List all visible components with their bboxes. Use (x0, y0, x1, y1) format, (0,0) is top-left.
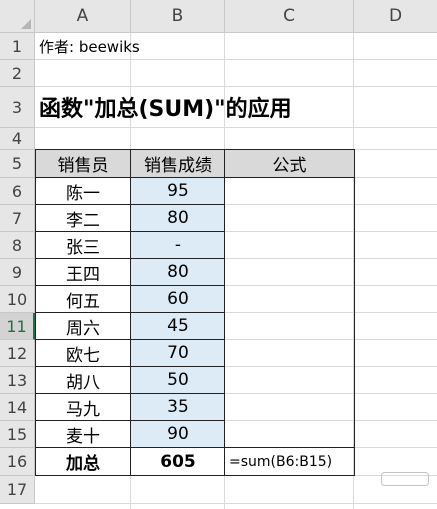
select-all-corner[interactable] (0, 0, 35, 33)
row-header-1[interactable]: 1 (0, 33, 35, 60)
title-cell[interactable]: 函数"加总(SUM)"的应用 (35, 87, 395, 127)
grid-line (35, 475, 437, 476)
watermark-logo (381, 472, 429, 489)
salesperson-cell[interactable]: 周六 (35, 313, 131, 339)
row-header-4[interactable]: 4 (0, 128, 35, 150)
row-header-13[interactable]: 13 (0, 367, 35, 394)
row-header-2[interactable]: 2 (0, 60, 35, 87)
table-border-line (35, 231, 225, 232)
watermark-icon (381, 472, 429, 486)
salesperson-cell[interactable]: 王四 (35, 259, 131, 285)
row-header-14[interactable]: 14 (0, 394, 35, 421)
row-header-15[interactable]: 15 (0, 421, 35, 448)
column-header-a[interactable]: A (35, 0, 131, 33)
row-header-9[interactable]: 9 (0, 259, 35, 286)
cell-grid[interactable]: 作者: beewiks 函数"加总(SUM)"的应用 销售员 销售成绩 公式 陈… (35, 33, 437, 509)
salesperson-cell[interactable]: 麦十 (35, 421, 131, 447)
score-cell[interactable]: 90 (131, 421, 225, 447)
score-cell[interactable]: 60 (131, 286, 225, 312)
table-border-line (35, 339, 225, 340)
salesperson-cell[interactable]: 张三 (35, 232, 131, 258)
column-header-b[interactable]: B (131, 0, 225, 33)
total-value-cell[interactable]: 605 (131, 448, 225, 475)
salesperson-cell[interactable]: 胡八 (35, 367, 131, 393)
row-header-5[interactable]: 5 (0, 150, 35, 178)
grid-line (35, 503, 437, 504)
salesperson-cell[interactable]: 李二 (35, 205, 131, 231)
score-cell[interactable]: 80 (131, 205, 225, 231)
row-header-11[interactable]: 11 (0, 313, 35, 340)
salesperson-cell[interactable]: 何五 (35, 286, 131, 312)
table-border-line (35, 204, 225, 205)
column-header-c[interactable]: C (225, 0, 354, 33)
grid-line (35, 59, 437, 60)
table-border-line (35, 447, 355, 448)
author-cell[interactable]: 作者: beewiks (35, 33, 235, 59)
formula-cell[interactable]: =sum(B6:B15) (225, 448, 385, 475)
header-sales-score[interactable]: 销售成绩 (131, 150, 225, 177)
salesperson-cell[interactable]: 欧七 (35, 340, 131, 366)
row-header-7[interactable]: 7 (0, 205, 35, 232)
row-header-17[interactable]: 17 (0, 476, 35, 504)
table-border-line (35, 177, 355, 178)
spreadsheet: A B C D 1 2 3 4 5 6 7 8 9 10 11 12 13 14… (0, 0, 437, 509)
salesperson-cell[interactable]: 陈一 (35, 178, 131, 204)
table-border-line (35, 393, 225, 394)
table-border-line (35, 420, 225, 421)
table-border-line (35, 285, 225, 286)
row-header-6[interactable]: 6 (0, 178, 35, 205)
table-border-line (35, 312, 225, 313)
table-border-line (35, 258, 225, 259)
column-header-d[interactable]: D (354, 0, 437, 33)
row-header-10[interactable]: 10 (0, 286, 35, 313)
score-cell[interactable]: 50 (131, 367, 225, 393)
total-label-cell[interactable]: 加总 (35, 448, 131, 475)
header-formula[interactable]: 公式 (225, 150, 354, 177)
score-cell[interactable]: 80 (131, 259, 225, 285)
header-salesperson[interactable]: 销售员 (35, 150, 131, 177)
row-header-8[interactable]: 8 (0, 232, 35, 259)
row-header-16[interactable]: 16 (0, 448, 35, 476)
score-cell[interactable]: 35 (131, 394, 225, 420)
score-cell[interactable]: 45 (131, 313, 225, 339)
row-header-12[interactable]: 12 (0, 340, 35, 367)
grid-line (35, 127, 437, 128)
score-cell[interactable]: 70 (131, 340, 225, 366)
row-header-3[interactable]: 3 (0, 87, 35, 128)
score-cell[interactable]: 95 (131, 178, 225, 204)
salesperson-cell[interactable]: 马九 (35, 394, 131, 420)
score-cell[interactable]: - (131, 232, 225, 258)
table-border-line (35, 366, 225, 367)
select-all-triangle-icon (21, 19, 31, 29)
